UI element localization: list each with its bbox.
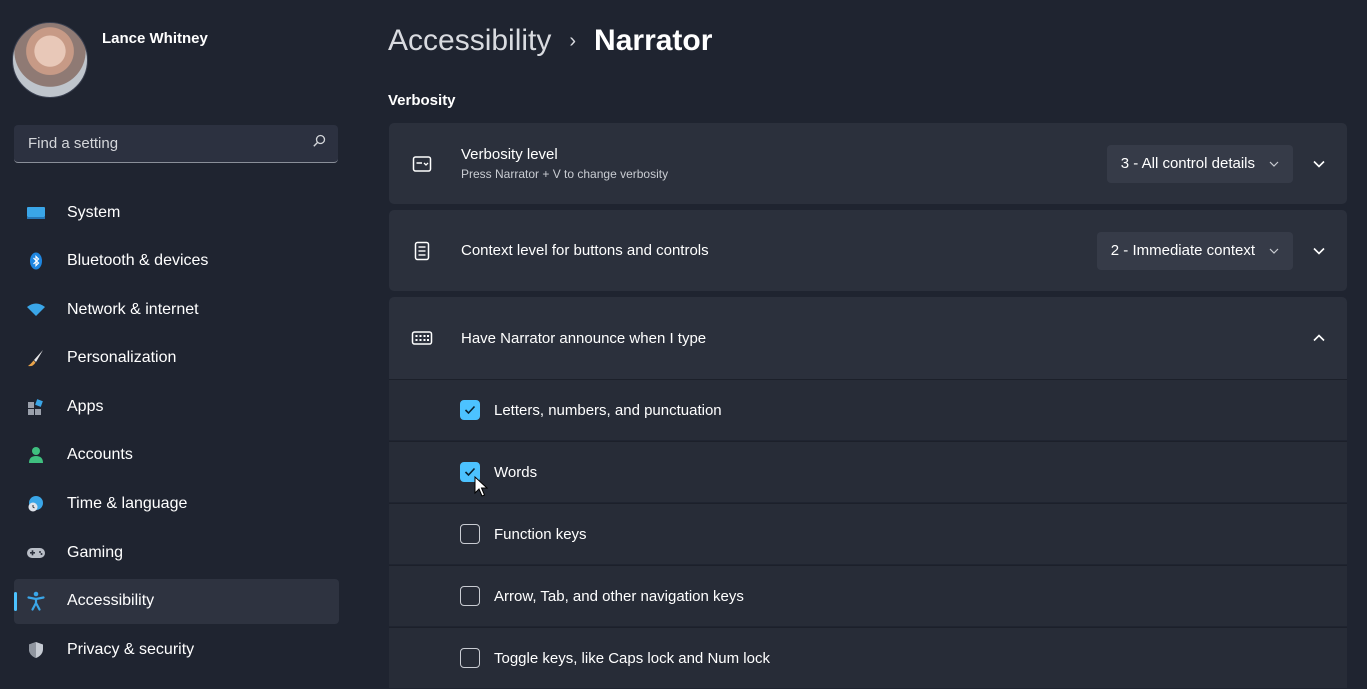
option-label: Letters, numbers, and punctuation [494,401,722,419]
sidebar-item-label: Bluetooth & devices [67,252,209,270]
mouse-cursor-icon [474,475,489,503]
sidebar-item-label: Accounts [67,446,133,464]
chevron-down-icon [1269,158,1279,170]
context-level-card[interactable]: Context level for buttons and controls 2… [389,210,1347,291]
option-label: Words [494,463,538,481]
verbosity-level-value: 3 - All control details [1120,155,1255,172]
option-row[interactable]: Function keys [389,503,1347,564]
sidebar-item-apps[interactable]: Apps [14,384,339,429]
sidebar-item-system[interactable]: System [14,190,339,235]
network-icon [26,300,46,320]
search-icon[interactable] [312,134,326,153]
system-icon [26,203,46,223]
avatar[interactable] [12,22,88,98]
accessibility-icon [26,591,46,611]
search-box[interactable] [14,125,338,163]
sidebar-item-label: Time & language [67,495,188,513]
sidebar-item-gaming[interactable]: Gaming [14,530,339,575]
sidebar-item-label: Accessibility [67,592,155,610]
sidebar-item-personalization[interactable]: Personalization [14,336,339,381]
profile-name: Lance Whitney [102,29,208,47]
apps-icon [26,397,46,417]
document-list-icon [411,240,433,262]
shield-icon [26,640,46,660]
option-row[interactable]: Words [389,441,1347,502]
toggle-keys-checkbox[interactable] [460,648,480,668]
option-row[interactable]: Arrow, Tab, and other navigation keys [389,565,1347,626]
verbosity-level-subtitle: Press Narrator + V to change verbosity [461,167,669,181]
verbosity-level-dropdown[interactable]: 3 - All control details [1106,144,1293,183]
context-level-dropdown[interactable]: 2 - Immediate context [1096,231,1293,270]
sidebar-item-label: Gaming [67,543,124,561]
chevron-up-icon[interactable] [1309,334,1329,342]
globe-clock-icon [26,494,46,514]
context-level-value: 2 - Immediate context [1110,242,1255,259]
keyboard-icon [411,327,433,349]
search-input[interactable] [26,134,312,153]
option-row[interactable]: Letters, numbers, and punctuation [389,379,1347,440]
sidebar-item-label: Network & internet [67,300,199,318]
option-row[interactable]: Toggle keys, like Caps lock and Num lock [389,627,1347,688]
context-level-title: Context level for buttons and controls [461,242,709,259]
option-label: Function keys [494,525,587,543]
letters-checkbox[interactable] [460,400,480,420]
breadcrumb-parent[interactable]: Accessibility [388,24,551,58]
verbosity-level-card[interactable]: Verbosity level Press Narrator + V to ch… [389,123,1347,204]
chevron-down-icon [1269,245,1279,257]
sidebar-nav: System Bluetooth & devices Network & int… [14,190,339,676]
sidebar-item-label: System [67,203,121,221]
breadcrumb: Accessibility › Narrator [388,24,712,58]
user-profile[interactable]: Lance Whitney [12,22,208,98]
page-title: Narrator [594,24,713,57]
sidebar-item-accounts[interactable]: Accounts [14,433,339,478]
person-icon [26,445,46,465]
navigation-keys-checkbox[interactable] [460,586,480,606]
option-label: Arrow, Tab, and other navigation keys [494,587,744,605]
sidebar-item-label: Personalization [67,349,177,367]
sidebar-item-label: Privacy & security [67,640,195,658]
chevron-down-icon[interactable] [1309,160,1329,168]
section-title: Verbosity [388,92,456,109]
gamepad-icon [26,543,46,563]
sidebar-item-accessibility[interactable]: Accessibility [14,578,339,624]
sidebar-item-privacy-security[interactable]: Privacy & security [14,627,339,672]
sidebar: Lance Whitney System Bluetooth & devices… [0,0,352,689]
bluetooth-icon [26,251,46,271]
function-keys-checkbox[interactable] [460,524,480,544]
verbosity-level-title: Verbosity level [461,146,558,163]
verbosity-icon [411,153,433,175]
sidebar-item-bluetooth[interactable]: Bluetooth & devices [14,239,339,284]
chevron-down-icon[interactable] [1309,247,1329,255]
option-label: Toggle keys, like Caps lock and Num lock [494,649,770,667]
sidebar-item-label: Apps [67,397,104,415]
sidebar-item-network[interactable]: Network & internet [14,287,339,332]
announce-typing-card[interactable]: Have Narrator announce when I type [389,297,1347,379]
sidebar-item-time-language[interactable]: Time & language [14,482,339,527]
breadcrumb-separator: › [569,29,577,52]
announce-typing-title: Have Narrator announce when I type [461,329,707,347]
brush-icon [26,348,46,368]
